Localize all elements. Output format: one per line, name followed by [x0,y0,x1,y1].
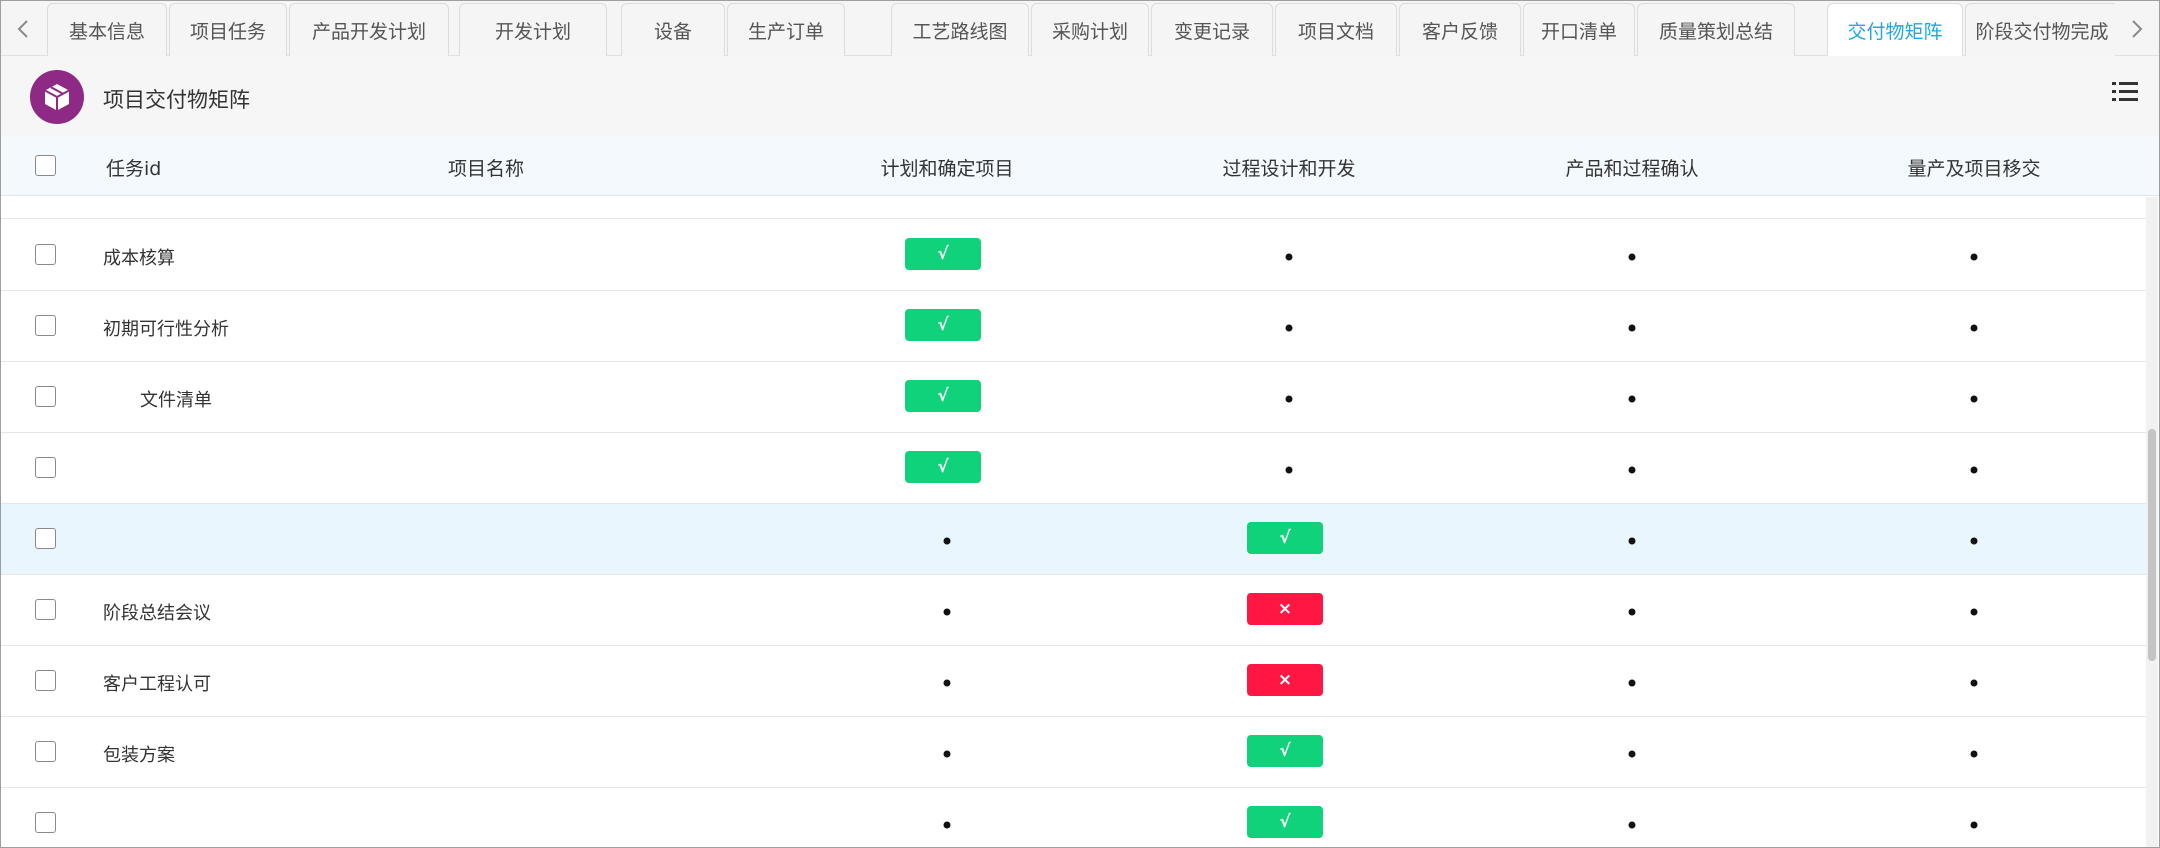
cross-badge[interactable]: × [1247,593,1323,625]
pending-dot-icon [1285,253,1293,261]
check-badge[interactable]: √ [1247,735,1323,767]
pending-dot-icon [1628,750,1636,758]
scroll-tabs-right-icon[interactable] [2115,1,2159,56]
tab-3[interactable]: 开发计划 [459,3,607,56]
pending-dot-icon [1628,679,1636,687]
tab-12[interactable]: 质量策划总结 [1637,3,1795,56]
check-badge[interactable]: √ [905,238,981,270]
table-body: 成本核算 √ 初期可行性分析 √ 文件清单 √ √ √ 阶段总结会议 × 客户工程认可 × 包装方案 √ √ [1,197,2146,848]
column-header-task-id[interactable]: 任务id [106,154,161,181]
row-checkbox[interactable] [35,670,56,691]
tab-6[interactable]: 工艺路线图 [891,3,1029,56]
pending-dot-icon [943,750,951,758]
pending-dot-icon [1970,821,1978,829]
check-badge[interactable]: √ [1247,806,1323,838]
pending-dot-icon [1970,253,1978,261]
scrollbar-thumb[interactable] [2148,429,2156,661]
row-task-name: 初期可行性分析 [103,319,229,340]
tab-8[interactable]: 变更记录 [1151,3,1273,56]
pending-dot-icon [943,679,951,687]
column-header-phase2[interactable]: 过程设计和开发 [1222,154,1355,181]
page-header: 项目交付物矩阵 [1,56,2159,136]
row-task-name: 阶段总结会议 [103,603,211,624]
pending-dot-icon [1285,395,1293,403]
tab-14[interactable]: 阶段交付物完成 [1965,3,2115,56]
tab-2[interactable]: 产品开发计划 [289,3,449,56]
table-row[interactable]: 包装方案 √ [1,717,2146,788]
check-badge[interactable]: √ [905,451,981,483]
select-all-checkbox[interactable] [35,155,56,176]
column-header-project-name[interactable]: 项目名称 [448,154,524,181]
pending-dot-icon [1970,679,1978,687]
tab-10[interactable]: 客户反馈 [1399,3,1521,56]
check-badge[interactable]: √ [1247,522,1323,554]
table-row[interactable]: √ [1,788,2146,848]
table-row[interactable]: √ [1,433,2146,504]
pending-dot-icon [1970,395,1978,403]
row-checkbox[interactable] [35,741,56,762]
pending-dot-icon [943,608,951,616]
tab-0[interactable]: 基本信息 [47,3,167,56]
table-row[interactable]: 客户工程认可 × [1,646,2146,717]
column-header-phase3[interactable]: 产品和过程确认 [1565,154,1698,181]
pending-dot-icon [1628,821,1636,829]
table-row[interactable]: 文件清单 √ [1,362,2146,433]
pending-dot-icon [1970,608,1978,616]
row-checkbox[interactable] [35,812,56,833]
tab-13[interactable]: 交付物矩阵 [1827,3,1963,56]
pending-dot-icon [1970,537,1978,545]
table-row [1,197,2146,219]
row-checkbox[interactable] [35,457,56,478]
tab-list: 基本信息 项目任务 产品开发计划 开发计划 设备 生产订单 工艺路线图 采购计划 变更记录 项目文… [45,1,2115,56]
tab-bar: 基本信息 项目任务 产品开发计划 开发计划 设备 生产订单 工艺路线图 采购计划 变更记录 项目文… [1,1,2159,56]
vertical-scrollbar[interactable] [2146,197,2158,847]
table-row[interactable]: 成本核算 √ [1,220,2146,291]
check-badge[interactable]: √ [905,380,981,412]
pending-dot-icon [1970,750,1978,758]
row-checkbox[interactable] [35,599,56,620]
table-row[interactable]: √ [1,504,2146,575]
pending-dot-icon [1970,324,1978,332]
pending-dot-icon [1628,608,1636,616]
tab-11[interactable]: 开口清单 [1523,3,1635,56]
table-row[interactable]: 阶段总结会议 × [1,575,2146,646]
list-menu-icon[interactable] [2111,78,2139,106]
row-checkbox[interactable] [35,315,56,336]
row-checkbox[interactable] [35,244,56,265]
row-checkbox[interactable] [35,528,56,549]
pending-dot-icon [1628,466,1636,474]
app-window: 基本信息 项目任务 产品开发计划 开发计划 设备 生产订单 工艺路线图 采购计划 变更记录 项目文… [0,0,2160,848]
tab-7[interactable]: 采购计划 [1031,3,1149,56]
row-task-name: 客户工程认可 [103,674,211,695]
column-header-phase1[interactable]: 计划和确定项目 [880,154,1013,181]
pending-dot-icon [1628,324,1636,332]
cross-badge[interactable]: × [1247,664,1323,696]
tab-9[interactable]: 项目文档 [1275,3,1397,56]
tab-4[interactable]: 设备 [621,3,725,56]
row-task-name: 成本核算 [103,248,175,269]
cube-icon [30,70,84,124]
pending-dot-icon [943,821,951,829]
pending-dot-icon [1285,466,1293,474]
pending-dot-icon [943,537,951,545]
pending-dot-icon [1970,466,1978,474]
page-title: 项目交付物矩阵 [103,88,250,112]
row-task-name: 包装方案 [103,745,175,766]
tab-5[interactable]: 生产订单 [727,3,845,56]
table-row[interactable]: 初期可行性分析 √ [1,291,2146,362]
row-checkbox[interactable] [35,386,56,407]
pending-dot-icon [1285,324,1293,332]
table-header: 任务id 项目名称 计划和确定项目 过程设计和开发 产品和过程确认 量产及项目移… [1,136,2159,196]
check-badge[interactable]: √ [905,309,981,341]
tab-1[interactable]: 项目任务 [169,3,287,56]
scroll-tabs-left-icon[interactable] [1,1,45,56]
column-header-phase4[interactable]: 量产及项目移交 [1907,154,2040,181]
pending-dot-icon [1628,537,1636,545]
row-task-name: 文件清单 [140,390,212,411]
pending-dot-icon [1628,253,1636,261]
pending-dot-icon [1628,395,1636,403]
